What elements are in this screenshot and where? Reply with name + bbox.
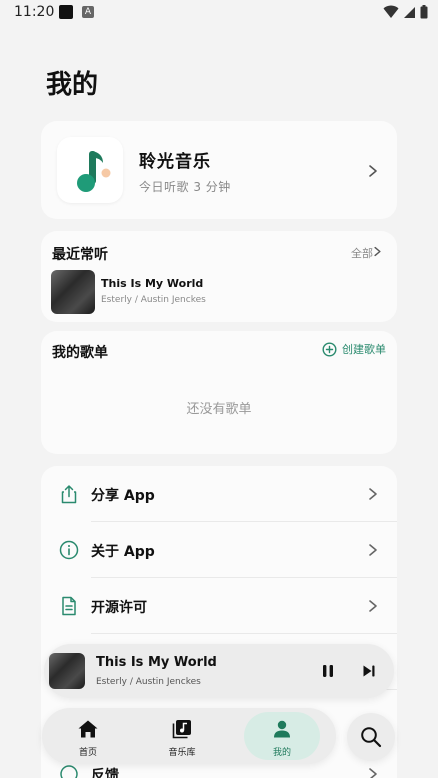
nav-label-home: 首页 xyxy=(78,748,97,758)
nav-profile[interactable]: 我的 xyxy=(244,712,320,760)
nav-label-library: 音乐库 xyxy=(168,748,196,758)
recent-title: 最近常听 xyxy=(52,247,108,263)
status-bar: 11:20 A xyxy=(0,0,438,26)
playlist-title: 我的歌单 xyxy=(52,345,108,361)
signal-icon xyxy=(404,6,415,18)
skip-next-icon[interactable] xyxy=(361,663,377,679)
chevron-right-icon[interactable] xyxy=(372,246,383,257)
a-notification-icon: A xyxy=(82,6,94,18)
page-title: 我的 xyxy=(46,70,99,100)
app-name: 聆光音乐 xyxy=(139,152,211,172)
search-icon xyxy=(361,727,382,748)
app-logo xyxy=(57,137,123,203)
status-icons xyxy=(383,5,428,19)
add-circle-icon xyxy=(322,341,337,357)
wifi-icon xyxy=(383,5,399,18)
search-button[interactable] xyxy=(347,713,395,761)
empty-playlist-text: 还没有歌单 xyxy=(186,402,252,417)
create-playlist-label: 创建歌单 xyxy=(342,343,386,356)
home-icon xyxy=(78,720,98,738)
recent-all-link[interactable]: 全部 xyxy=(351,245,373,261)
profile-icon xyxy=(274,720,290,738)
nav-home[interactable]: 首页 xyxy=(50,712,126,760)
chevron-right-icon xyxy=(369,488,377,500)
mini-player-title: This Is My World xyxy=(96,655,217,670)
menu-label-feedback: 反馈 xyxy=(91,768,119,778)
menu-item-share[interactable]: 分享 App xyxy=(41,466,397,522)
bottom-nav: 首页 音乐库 我的 xyxy=(42,708,336,764)
menu-label-about: 关于 App xyxy=(91,544,155,560)
info-icon xyxy=(59,540,79,560)
app-info-card[interactable]: 聆光音乐 今日听歌 3 分钟 xyxy=(41,121,397,219)
today-listen-time: 今日听歌 3 分钟 xyxy=(139,180,231,194)
menu-item-license[interactable]: 开源许可 xyxy=(41,578,397,634)
music-note-logo-icon xyxy=(77,151,111,192)
nav-label-profile: 我的 xyxy=(272,748,291,758)
menu-label-share: 分享 App xyxy=(91,488,155,504)
chevron-right-icon xyxy=(369,544,377,556)
status-time: 11:20 xyxy=(14,4,55,20)
mini-player-artist: Esterly / Austin Jenckes xyxy=(96,677,201,687)
chevron-right-icon xyxy=(369,165,377,177)
battery-icon xyxy=(420,5,428,19)
menu-item-about[interactable]: 关于 App xyxy=(41,522,397,578)
recent-song-artist: Esterly / Austin Jenckes xyxy=(101,295,206,305)
mini-player[interactable]: This Is My World Esterly / Austin Jencke… xyxy=(44,644,394,698)
album-cover xyxy=(51,270,95,314)
recent-card: 最近常听 全部 This Is My World Esterly / Austi… xyxy=(41,231,397,322)
pause-icon[interactable] xyxy=(320,663,336,679)
playlist-card: 我的歌单 创建歌单 还没有歌单 xyxy=(41,331,397,454)
mini-player-cover xyxy=(49,653,85,689)
feedback-icon xyxy=(60,765,78,778)
menu-label-license: 开源许可 xyxy=(91,600,147,616)
nav-library[interactable]: 音乐库 xyxy=(144,712,220,760)
library-icon xyxy=(172,720,191,739)
recent-song-title: This Is My World xyxy=(101,277,204,290)
chevron-right-icon xyxy=(369,768,377,778)
notification-icon xyxy=(59,5,73,19)
chevron-right-icon xyxy=(369,600,377,612)
share-icon xyxy=(61,485,77,504)
create-playlist-button[interactable]: 创建歌单 xyxy=(322,341,386,357)
license-icon xyxy=(62,596,76,616)
